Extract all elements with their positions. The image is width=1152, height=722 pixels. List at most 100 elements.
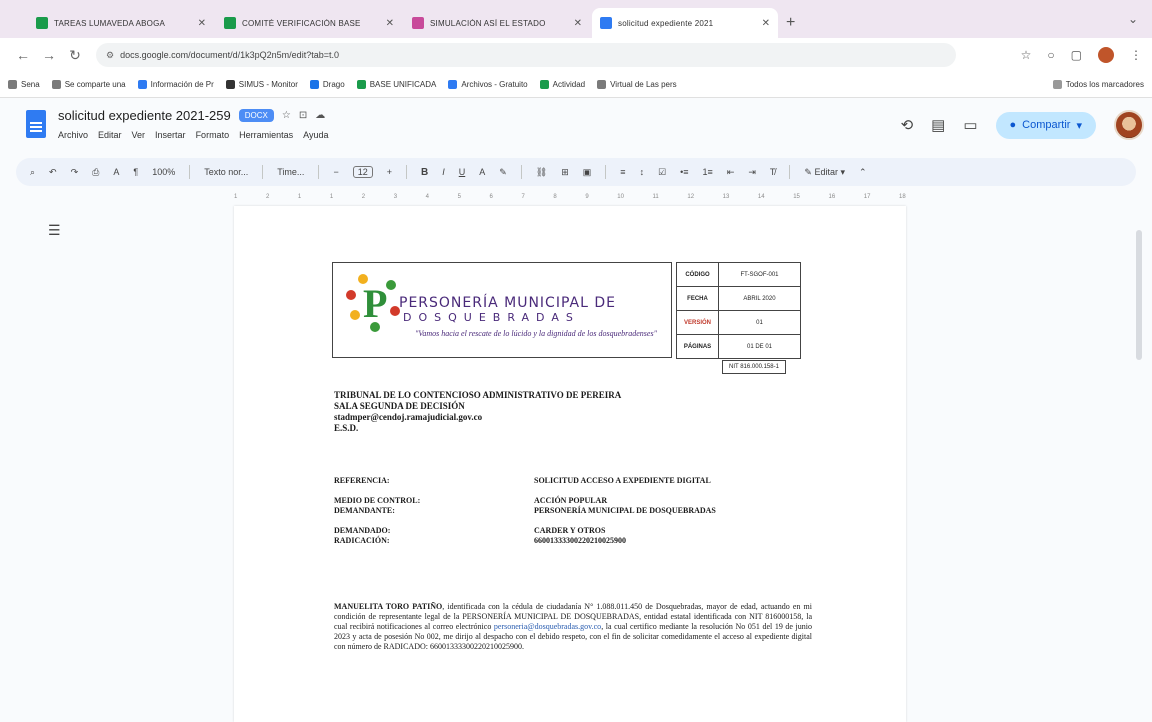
extension-icon[interactable]: ○ (1047, 48, 1054, 62)
ruler-mark: 10 (617, 194, 624, 200)
cloud-status-icon[interactable]: ☁ (315, 110, 325, 121)
bookmarks-bar: Sena Se comparte una Información de Pr S… (0, 72, 1152, 98)
bookmark-item[interactable]: SIMUS - Monitor (225, 80, 298, 89)
menu-item-ver[interactable]: Ver (132, 130, 146, 140)
style-select[interactable]: Texto nor... (204, 167, 248, 177)
search-menus-icon[interactable]: ⌕ (30, 167, 35, 178)
horizontal-ruler[interactable]: 1 2 1 1 2 3 4 5 6 7 8 9 10 11 12 13 14 1… (234, 190, 906, 204)
tab-title: solicitud expediente 2021 (618, 18, 714, 28)
menu-item-archivo[interactable]: Archivo (58, 130, 88, 140)
menu-item-herramientas[interactable]: Herramientas (239, 130, 293, 140)
bookmark-item[interactable]: Actividad (539, 80, 585, 89)
ruler-mark: 1 (234, 194, 238, 200)
italic-icon[interactable]: I (442, 167, 445, 177)
zoom-select[interactable]: 100% (152, 167, 175, 177)
increase-indent-icon[interactable]: ⇥ (748, 167, 756, 178)
bold-icon[interactable]: B (421, 167, 428, 178)
clear-format-icon[interactable]: T̸ (770, 167, 776, 177)
close-tab-icon[interactable]: ✕ (198, 18, 206, 29)
link-icon[interactable]: ⛓ (536, 167, 547, 178)
downloads-icon[interactable]: ▢ (1071, 48, 1082, 62)
line-spacing-icon[interactable]: ↕ (640, 167, 645, 177)
docs-favicon-icon (600, 17, 612, 29)
new-tab-icon[interactable]: + (786, 14, 795, 32)
highlight-icon[interactable]: ✎ (499, 167, 507, 178)
forward-icon[interactable]: → (36, 47, 62, 63)
email-link[interactable]: personeria@dosquebradas.gov.co (494, 622, 601, 631)
bookmark-item[interactable]: Información de Pr (137, 80, 214, 89)
align-icon[interactable]: ≡ (620, 167, 625, 177)
document-title[interactable]: solicitud expediente 2021-259 (58, 108, 231, 123)
close-tab-icon[interactable]: ✕ (574, 18, 582, 29)
menu-item-ayuda[interactable]: Ayuda (303, 130, 328, 140)
bookmark-item[interactable]: Drago (309, 80, 345, 89)
decrease-font-icon[interactable]: − (333, 167, 338, 177)
bookmark-item[interactable]: BASE UNIFICADA (356, 80, 436, 89)
browser-menu-icon[interactable]: ⋮ (1130, 48, 1142, 62)
close-tab-icon[interactable]: ✕ (762, 18, 770, 29)
spellcheck-icon[interactable]: A (113, 167, 119, 177)
bookmark-item[interactable]: Se comparte una (51, 80, 126, 89)
comments-icon[interactable]: ▤ (931, 116, 945, 134)
font-size-input[interactable]: 12 (352, 166, 373, 178)
divider (605, 165, 607, 179)
increase-font-icon[interactable]: + (387, 167, 392, 177)
print-icon[interactable]: ⎙ (92, 167, 99, 178)
add-comment-icon[interactable]: ⊞ (561, 167, 569, 178)
divider (262, 165, 264, 179)
bookmark-icon (597, 80, 607, 89)
list-item: DEMANDANTE: PERSONERÍA MUNICIPAL DE DOSQU… (334, 506, 716, 515)
underline-icon[interactable]: U (459, 167, 466, 177)
collapse-toolbar-icon[interactable]: ⌃ (859, 167, 867, 178)
tab-search-icon[interactable]: ⌄ (1128, 12, 1138, 26)
reference-block: REFERENCIA: SOLICITUD ACCESO A EXPEDIENTE… (334, 476, 770, 546)
bookmark-item[interactable]: Sena (8, 80, 40, 89)
browser-tab[interactable]: SIMULACIÓN ASÍ EL ESTADO ✕ (404, 8, 590, 38)
menu-item-editar[interactable]: Editar (98, 130, 122, 140)
document-codes-table: CÓDIGO FT-SGOF-001 FECHA ABRIL 2020 VERSIÓ… (676, 262, 801, 359)
history-icon[interactable]: ⟲ (901, 116, 914, 134)
addressee-line: SALA SEGUNDA DE DECISIÓN (334, 401, 465, 411)
checklist-icon[interactable]: ☑ (658, 167, 666, 178)
undo-icon[interactable]: ↶ (49, 167, 57, 178)
paint-format-icon[interactable]: ¶ (133, 167, 138, 177)
document-page[interactable]: P PERSONERÍA MUNICIPAL DE DOSQUEBRADAS "… (234, 206, 906, 722)
document-outline-icon[interactable]: ☰ (48, 222, 61, 239)
bookmark-item[interactable]: Virtual de Las pers (597, 80, 677, 89)
ruler-mark: 7 (521, 194, 525, 200)
meet-icon[interactable]: ▭ (963, 116, 977, 134)
insert-image-icon[interactable]: ▣ (583, 167, 592, 178)
share-button[interactable]: ● Compartir ▾ (995, 111, 1096, 139)
browser-tab[interactable]: TAREAS LUMAVEDA ABOGA ✕ (28, 8, 214, 38)
profile-avatar[interactable] (1098, 47, 1114, 63)
bookmark-star-icon[interactable]: ☆ (1021, 48, 1032, 62)
star-icon[interactable]: ☆ (282, 110, 291, 121)
scrollbar[interactable] (1136, 230, 1142, 360)
bulleted-list-icon[interactable]: •≡ (680, 167, 688, 177)
browser-tab-active[interactable]: solicitud expediente 2021 ✕ (592, 8, 778, 38)
close-tab-icon[interactable]: ✕ (386, 18, 394, 29)
browser-tab[interactable]: COMITÉ VERIFICACIÓN BASE ✕ (216, 8, 402, 38)
move-folder-icon[interactable]: ⊡ (299, 110, 307, 121)
text-color-icon[interactable]: A (479, 167, 485, 177)
ruler-mark: 12 (687, 194, 695, 200)
reload-icon[interactable]: ↻ (62, 47, 88, 64)
back-icon[interactable]: ← (10, 47, 36, 63)
font-select[interactable]: Time... (277, 167, 304, 177)
url-text: docs.google.com/document/d/1k3pQ2n5m/edi… (120, 50, 339, 60)
redo-icon[interactable]: ↷ (71, 167, 79, 178)
bookmark-icon (356, 80, 366, 89)
bookmark-item[interactable]: Archivos - Gratuito (448, 80, 528, 89)
tab-title: TAREAS LUMAVEDA ABOGA (54, 18, 166, 28)
site-info-icon[interactable]: ⚙ (106, 50, 114, 61)
docs-logo-icon[interactable] (26, 110, 46, 138)
editing-mode-button[interactable]: ✎ Editar ▾ (804, 167, 845, 178)
numbered-list-icon[interactable]: 1≡ (703, 167, 713, 177)
chevron-down-icon: ▾ (1076, 119, 1082, 132)
decrease-indent-icon[interactable]: ⇤ (727, 167, 735, 178)
all-bookmarks[interactable]: Todos los marcadores (1052, 80, 1144, 89)
address-bar[interactable]: ⚙ docs.google.com/document/d/1k3pQ2n5m/e… (96, 43, 956, 67)
account-avatar[interactable] (1114, 110, 1144, 140)
menu-item-formato[interactable]: Formato (196, 130, 230, 140)
menu-item-insertar[interactable]: Insertar (155, 130, 186, 140)
